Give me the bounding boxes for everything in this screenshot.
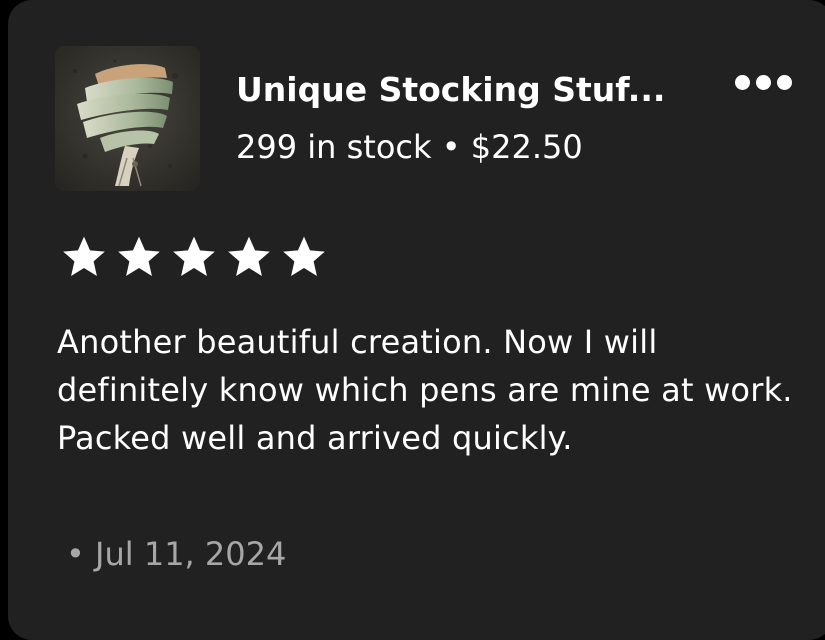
star-icon [63, 236, 105, 276]
star-icon [228, 236, 270, 276]
more-dot [734, 74, 750, 90]
review-text: Another beautiful creation. Now I will d… [57, 323, 793, 457]
star-icon [118, 236, 160, 276]
star-rating [58, 232, 330, 282]
more-dot [755, 74, 771, 90]
star-icon [173, 236, 215, 276]
more-dot [776, 74, 792, 90]
more-options-icon[interactable] [728, 62, 798, 102]
product-photo [55, 46, 200, 191]
listing-title[interactable]: Unique Stocking Stuf... [236, 66, 706, 114]
review-date: • Jul 11, 2024 [66, 535, 287, 573]
listing-stock-price: 299 in stock • $22.50 [236, 128, 583, 166]
review-card: Unique Stocking Stuf... 299 in stock • $… [8, 0, 825, 640]
product-thumbnail[interactable] [55, 46, 200, 191]
star-icon [283, 236, 325, 276]
